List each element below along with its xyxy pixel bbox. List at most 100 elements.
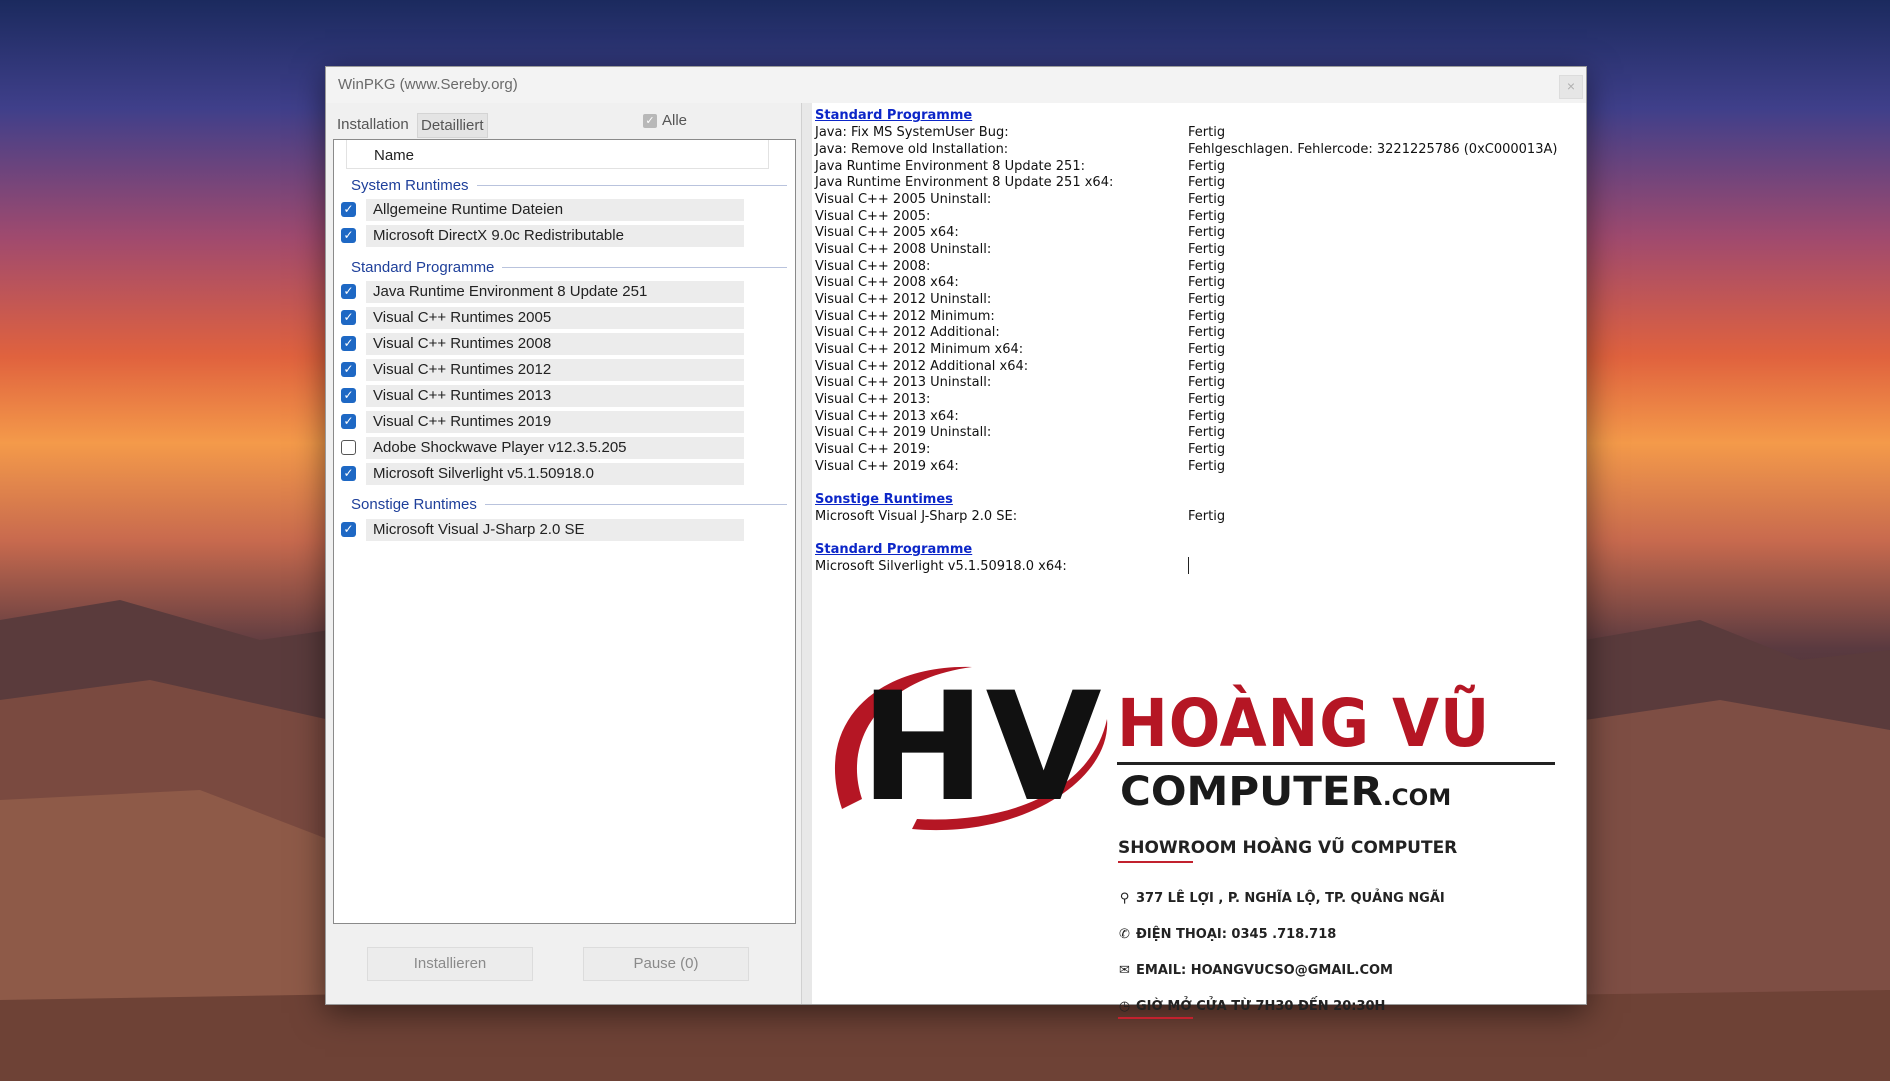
log-heading[interactable]: Sonstige Runtimes (815, 492, 953, 507)
install-button[interactable]: Installieren (367, 947, 533, 981)
close-button[interactable]: × (1559, 75, 1583, 99)
log-entry-name: Java Runtime Environment 8 Update 251 x6… (815, 175, 1114, 190)
brand-domain-main: COMPUTER (1120, 769, 1383, 815)
address-line: ⚲ 377 LÊ LỢI , P. NGHĨA LỘ, TP. QUẢNG NGÃ… (1118, 891, 1445, 906)
log-entry-status: Fertig (1188, 292, 1226, 307)
log-heading[interactable]: Standard Programme (815, 108, 972, 123)
email-text: EMAIL: HOANGVUCSO@GMAIL.COM (1136, 963, 1393, 978)
clock-icon: ◷ (1118, 999, 1131, 1014)
log-entry-name: Microsoft Silverlight v5.1.50918.0 x64: (815, 559, 1067, 574)
list-item[interactable]: ✓ Visual C++ Runtimes 2013 (339, 385, 759, 407)
list-item[interactable]: ✓ Visual C++ Runtimes 2005 (339, 307, 759, 329)
log-entry-status: Fertig (1188, 375, 1226, 390)
list-item-label: Microsoft Visual J-Sharp 2.0 SE (366, 519, 744, 541)
list-item[interactable]: ✓ Java Runtime Environment 8 Update 251 (339, 281, 759, 303)
list-item-label: Visual C++ Runtimes 2005 (366, 307, 744, 329)
column-header-name[interactable]: Name (346, 140, 769, 169)
list-item-label: Allgemeine Runtime Dateien (366, 199, 744, 221)
log-panel[interactable]: Standard Programme Java: Fix MS SystemUs… (812, 103, 1586, 1019)
log-entry-name: Visual C++ 2019: (815, 442, 931, 457)
list-item[interactable]: ✓ Microsoft DirectX 9.0c Redistributable (339, 225, 759, 247)
checkmark-icon: ✓ (643, 113, 657, 128)
log-entry-name: Visual C++ 2012 Minimum x64: (815, 342, 1024, 357)
checkbox[interactable]: ✓ (341, 466, 356, 481)
log-entry-name: Visual C++ 2013 x64: (815, 409, 959, 424)
brand-domain: COMPUTER.COM (1120, 769, 1451, 815)
brand-name: HOÀNG VŨ (1117, 685, 1491, 762)
list-item[interactable]: ✓ Microsoft Visual J-Sharp 2.0 SE (339, 519, 759, 541)
list-item[interactable]: ✓ Visual C++ Runtimes 2012 (339, 359, 759, 381)
list-item-label: Adobe Shockwave Player v12.3.5.205 (366, 437, 744, 459)
checkbox[interactable]: ✓ (341, 336, 356, 351)
log-entry-status: Fertig (1188, 209, 1226, 224)
log-entry-status: Fertig (1188, 259, 1226, 274)
log-entry-status: Fertig (1188, 392, 1226, 407)
brand-domain-suffix: .COM (1382, 786, 1452, 811)
envelope-icon: ✉ (1119, 963, 1130, 978)
checkbox[interactable]: ✓ (341, 202, 356, 217)
list-item-label: Microsoft Silverlight v5.1.50918.0 (366, 463, 744, 485)
brand-divider (1117, 762, 1555, 765)
log-entry-name: Visual C++ 2012 Additional: (815, 325, 1000, 340)
checkbox[interactable]: ✓ (341, 388, 356, 403)
group-standard-programme: Standard Programme (351, 259, 787, 276)
log-entry-name: Visual C++ 2019 Uninstall: (815, 425, 992, 440)
list-item-label: Java Runtime Environment 8 Update 251 (366, 281, 744, 303)
tab-installation[interactable]: Installation (334, 113, 412, 136)
log-entry-status: Fertig (1188, 125, 1226, 140)
log-entry-status: Fertig (1188, 159, 1226, 174)
log-entry-name: Visual C++ 2008: (815, 259, 931, 274)
log-entry-status: Fertig (1188, 242, 1226, 257)
pause-button[interactable]: Pause (0) (583, 947, 749, 981)
log-entry-status: Fertig (1188, 409, 1226, 424)
log-entry-name: Visual C++ 2012 Uninstall: (815, 292, 992, 307)
alle-label: Alle (662, 112, 688, 129)
checkbox[interactable]: ✓ (341, 522, 356, 537)
log-entry-status: Fertig (1188, 425, 1226, 440)
email-line: ✉ EMAIL: HOANGVUCSO@GMAIL.COM (1118, 963, 1393, 978)
log-entry-name: Java Runtime Environment 8 Update 251: (815, 159, 1085, 174)
log-entry-status: Fertig (1188, 309, 1226, 324)
list-item[interactable]: ✓ Microsoft Silverlight v5.1.50918.0 (339, 463, 759, 485)
log-entry-name: Visual C++ 2005 x64: (815, 225, 959, 240)
log-entry-name: Microsoft Visual J-Sharp 2.0 SE: (815, 509, 1018, 524)
log-entry-name: Java: Fix MS SystemUser Bug: (815, 125, 1009, 140)
phone-icon: ✆ (1119, 927, 1130, 942)
showroom-label: SHOWROOM HOÀNG VŨ COMPUTER (1118, 838, 1458, 858)
package-list[interactable]: Name System Runtimes ✓ Allgemeine Runtime… (333, 139, 796, 924)
checkbox[interactable]: ✓ (341, 362, 356, 377)
group-sonstige-runtimes: Sonstige Runtimes (351, 496, 787, 513)
list-item[interactable]: ✓ Allgemeine Runtime Dateien (339, 199, 759, 221)
group-system-runtimes: System Runtimes (351, 177, 787, 194)
title-bar[interactable]: WinPKG (www.Sereby.org) × (326, 67, 1586, 103)
list-item[interactable]: ✓ Visual C++ Runtimes 2019 (339, 411, 759, 433)
hours-line: ◷ GIỜ MỞ CỬA TỪ 7H30 ĐẾN 20:30H (1118, 999, 1386, 1014)
log-entry-name: Visual C++ 2012 Additional x64: (815, 359, 1029, 374)
tab-detailliert[interactable]: Detailliert (417, 113, 488, 138)
log-entry-name: Visual C++ 2005 Uninstall: (815, 192, 992, 207)
log-entry-status: Fertig (1188, 459, 1226, 474)
hours-text: GIỜ MỞ CỬA TỪ 7H30 ĐẾN 20:30H (1136, 999, 1386, 1014)
checkbox[interactable]: ✓ (341, 310, 356, 325)
log-entry-status: Fehlgeschlagen. Fehlercode: 3221225786 (… (1188, 142, 1558, 157)
list-item-label: Visual C++ Runtimes 2012 (366, 359, 744, 381)
log-entry-name: Java: Remove old Installation: (815, 142, 1009, 157)
alle-checkbox[interactable]: ✓ Alle (643, 112, 687, 129)
log-entry-status: Fertig (1188, 509, 1226, 524)
log-heading[interactable]: Standard Programme (815, 542, 972, 557)
hours-underline (1118, 1017, 1193, 1019)
checkbox[interactable]: ✓ (341, 414, 356, 429)
checkbox[interactable]: ✓ (341, 284, 356, 299)
log-entry-status: Fertig (1188, 442, 1226, 457)
phone-text: ĐIỆN THOẠI: 0345 .718.718 (1136, 927, 1337, 942)
log-entry-status: Fertig (1188, 342, 1226, 357)
list-item-label: Visual C++ Runtimes 2013 (366, 385, 744, 407)
log-entry-name: Visual C++ 2005: (815, 209, 931, 224)
text-caret (1188, 557, 1189, 574)
showroom-title: SHOWROOM HOÀNG VŨ COMPUTER (1118, 838, 1458, 863)
log-entry-status: Fertig (1188, 275, 1226, 290)
list-item[interactable]: Adobe Shockwave Player v12.3.5.205 (339, 437, 759, 459)
checkbox[interactable]: ✓ (341, 228, 356, 243)
checkbox[interactable] (341, 440, 356, 455)
list-item[interactable]: ✓ Visual C++ Runtimes 2008 (339, 333, 759, 355)
